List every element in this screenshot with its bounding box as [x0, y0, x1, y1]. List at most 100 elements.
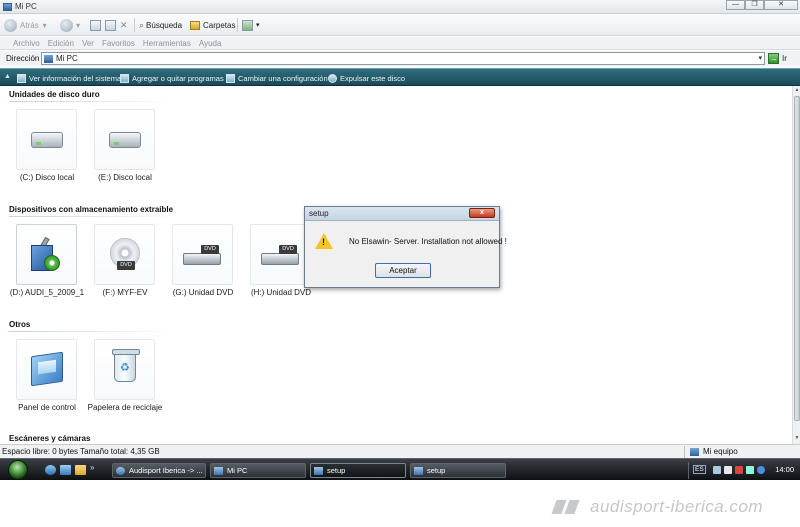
hard-disk-icon — [31, 132, 63, 148]
minimize-button[interactable]: — — [726, 0, 745, 10]
ok-button[interactable]: Aceptar — [375, 263, 431, 278]
delete-icon: ✕ — [120, 19, 128, 30]
computer-icon — [690, 447, 699, 456]
drive-f[interactable]: DVD (F:) MYF-EV — [87, 224, 165, 298]
back-label: Atrás — [20, 20, 39, 30]
menu-ayuda[interactable]: Ayuda — [199, 37, 222, 49]
move-button[interactable] — [105, 18, 119, 32]
scrollbar-thumb[interactable] — [794, 96, 800, 421]
taskbar-button-setup-active[interactable]: setup — [310, 463, 406, 478]
dialog-titlebar[interactable]: setup x — [305, 207, 499, 221]
folder-icon — [190, 20, 200, 30]
update-icon[interactable] — [746, 466, 754, 474]
scroll-up-arrow-icon[interactable]: ▲ — [794, 87, 800, 94]
delete-button[interactable]: ✕ — [120, 18, 128, 32]
status-separator — [684, 446, 685, 458]
search-button[interactable]: ⌕ Búsqueda — [139, 18, 182, 32]
section-divider — [9, 216, 179, 217]
show-desktop-icon[interactable] — [60, 465, 71, 475]
collapse-arrow-icon[interactable]: ▲ — [4, 73, 11, 80]
item-label: Panel de control — [18, 403, 76, 412]
setup-dialog: setup x ! No Elsawin- Server. Installati… — [304, 206, 507, 288]
address-bar: Dirección Mi PC ▾ → Ir — [0, 51, 800, 66]
up-folder-button[interactable] — [90, 18, 104, 32]
dropdown-arrow-icon: ▾ — [256, 22, 260, 29]
task-eject-disk[interactable]: Expulsar este disco — [328, 72, 405, 84]
forward-arrow-icon — [60, 18, 73, 32]
toolbar: Atrás ▾ ▾ ✕ ⌕ Búsqueda Carpetas ▾ — [0, 14, 800, 36]
maximize-button[interactable]: ❐ — [745, 0, 764, 10]
status-bar: Espacio libre: 0 bytes Tamaño total: 4,3… — [0, 444, 800, 458]
menu-edicion[interactable]: Edición — [48, 37, 74, 49]
volume-icon[interactable] — [724, 466, 732, 474]
drive-label: (G:) Unidad DVD — [172, 288, 234, 297]
chevron-right-icon[interactable]: » — [90, 463, 101, 473]
taskbar-button-browser[interactable]: Audisport Iberica -> ... — [112, 463, 206, 478]
dropdown-arrow-icon: ▾ — [42, 20, 47, 30]
taskbar-button-setup[interactable]: setup — [410, 463, 506, 478]
toolbar-separator — [237, 18, 238, 32]
drive-c[interactable]: (C:) Disco local — [9, 109, 87, 183]
go-button[interactable]: → Ir — [768, 52, 787, 65]
computer-icon — [3, 3, 12, 11]
eject-icon — [328, 73, 337, 83]
scroll-down-arrow-icon[interactable]: ▼ — [794, 435, 800, 442]
section-divider — [9, 331, 179, 332]
task-system-info[interactable]: Ver información del sistema — [17, 72, 121, 84]
address-value: Mi PC — [56, 54, 78, 63]
task-label: Ver información del sistema — [29, 73, 122, 83]
address-input[interactable]: Mi PC ▾ — [41, 52, 765, 65]
menu-ver[interactable]: Ver — [82, 37, 94, 49]
dvd-drive-icon — [261, 253, 299, 265]
search-label: Búsqueda — [146, 20, 183, 30]
language-indicator[interactable]: ES — [693, 465, 706, 474]
menu-herramientas[interactable]: Herramientas — [143, 37, 191, 49]
forward-button[interactable]: ▾ — [60, 18, 80, 32]
drive-d[interactable]: (D:) AUDI_5_2009_1 — [9, 224, 87, 298]
menu-bar: Archivo Edición Ver Favoritos Herramient… — [0, 37, 800, 50]
recycle-bin[interactable]: Papelera de reciclaje — [87, 339, 165, 413]
taskbar-button-mi-pc[interactable]: Mi PC — [210, 463, 306, 478]
drive-e[interactable]: (E:) Disco local — [87, 109, 165, 183]
status-location-label: Mi equipo — [703, 447, 738, 456]
bluetooth-icon[interactable] — [757, 466, 765, 474]
section-divider — [9, 101, 179, 102]
menu-archivo[interactable]: Archivo — [13, 37, 40, 49]
drive-tile: DVD — [172, 224, 233, 285]
section-scanners: Escáneres y cámaras — [9, 434, 91, 443]
views-button[interactable]: ▾ — [242, 18, 260, 32]
section-removable: Dispositivos con almacenamiento extraíbl… — [9, 205, 174, 214]
taskbar-button-label: Audisport Iberica -> ... — [129, 466, 203, 475]
clock[interactable]: 14:00 — [775, 465, 794, 474]
control-panel[interactable]: Panel de control — [9, 339, 87, 413]
back-button[interactable]: Atrás ▾ — [4, 18, 47, 32]
internet-explorer-icon[interactable] — [45, 465, 56, 475]
menu-favoritos[interactable]: Favoritos — [102, 37, 135, 49]
item-tile — [16, 339, 77, 400]
drive-label: (H:) Unidad DVD — [250, 288, 311, 297]
close-button[interactable]: ✕ — [764, 0, 798, 10]
vertical-scrollbar[interactable]: ▲ ▼ — [792, 86, 800, 444]
drive-label: (F:) MYF-EV — [102, 288, 148, 297]
chevron-down-icon[interactable]: ▾ — [758, 54, 762, 62]
window-titlebar[interactable]: Mi PC — ❐ ✕ — [0, 0, 800, 14]
task-change-settings[interactable]: Cambiar una configuración — [226, 72, 328, 84]
taskbar-button-label: setup — [427, 466, 446, 475]
recycle-bin-icon — [112, 349, 140, 382]
drive-tile: DVD — [94, 224, 155, 285]
network-icon[interactable] — [713, 466, 721, 474]
drive-g[interactable]: DVD (G:) Unidad DVD — [165, 224, 243, 298]
watermark-text: audisport-iberica.com — [590, 497, 764, 516]
address-label: Dirección — [6, 54, 40, 63]
task-add-remove-programs[interactable]: Agregar o quitar programas — [120, 72, 224, 84]
dialog-message: No Elsawin- Server. Installation not all… — [349, 237, 507, 246]
dialog-close-button[interactable]: x — [469, 208, 495, 218]
folders-button[interactable]: Carpetas — [190, 18, 235, 32]
start-button[interactable] — [8, 460, 28, 480]
internet-explorer-icon — [116, 466, 125, 475]
security-icon[interactable] — [735, 466, 743, 474]
task-label: Cambiar una configuración — [238, 73, 328, 83]
back-arrow-icon — [4, 18, 17, 32]
explorer-icon[interactable] — [75, 465, 86, 475]
item-label: Papelera de reciclaje — [87, 403, 163, 412]
